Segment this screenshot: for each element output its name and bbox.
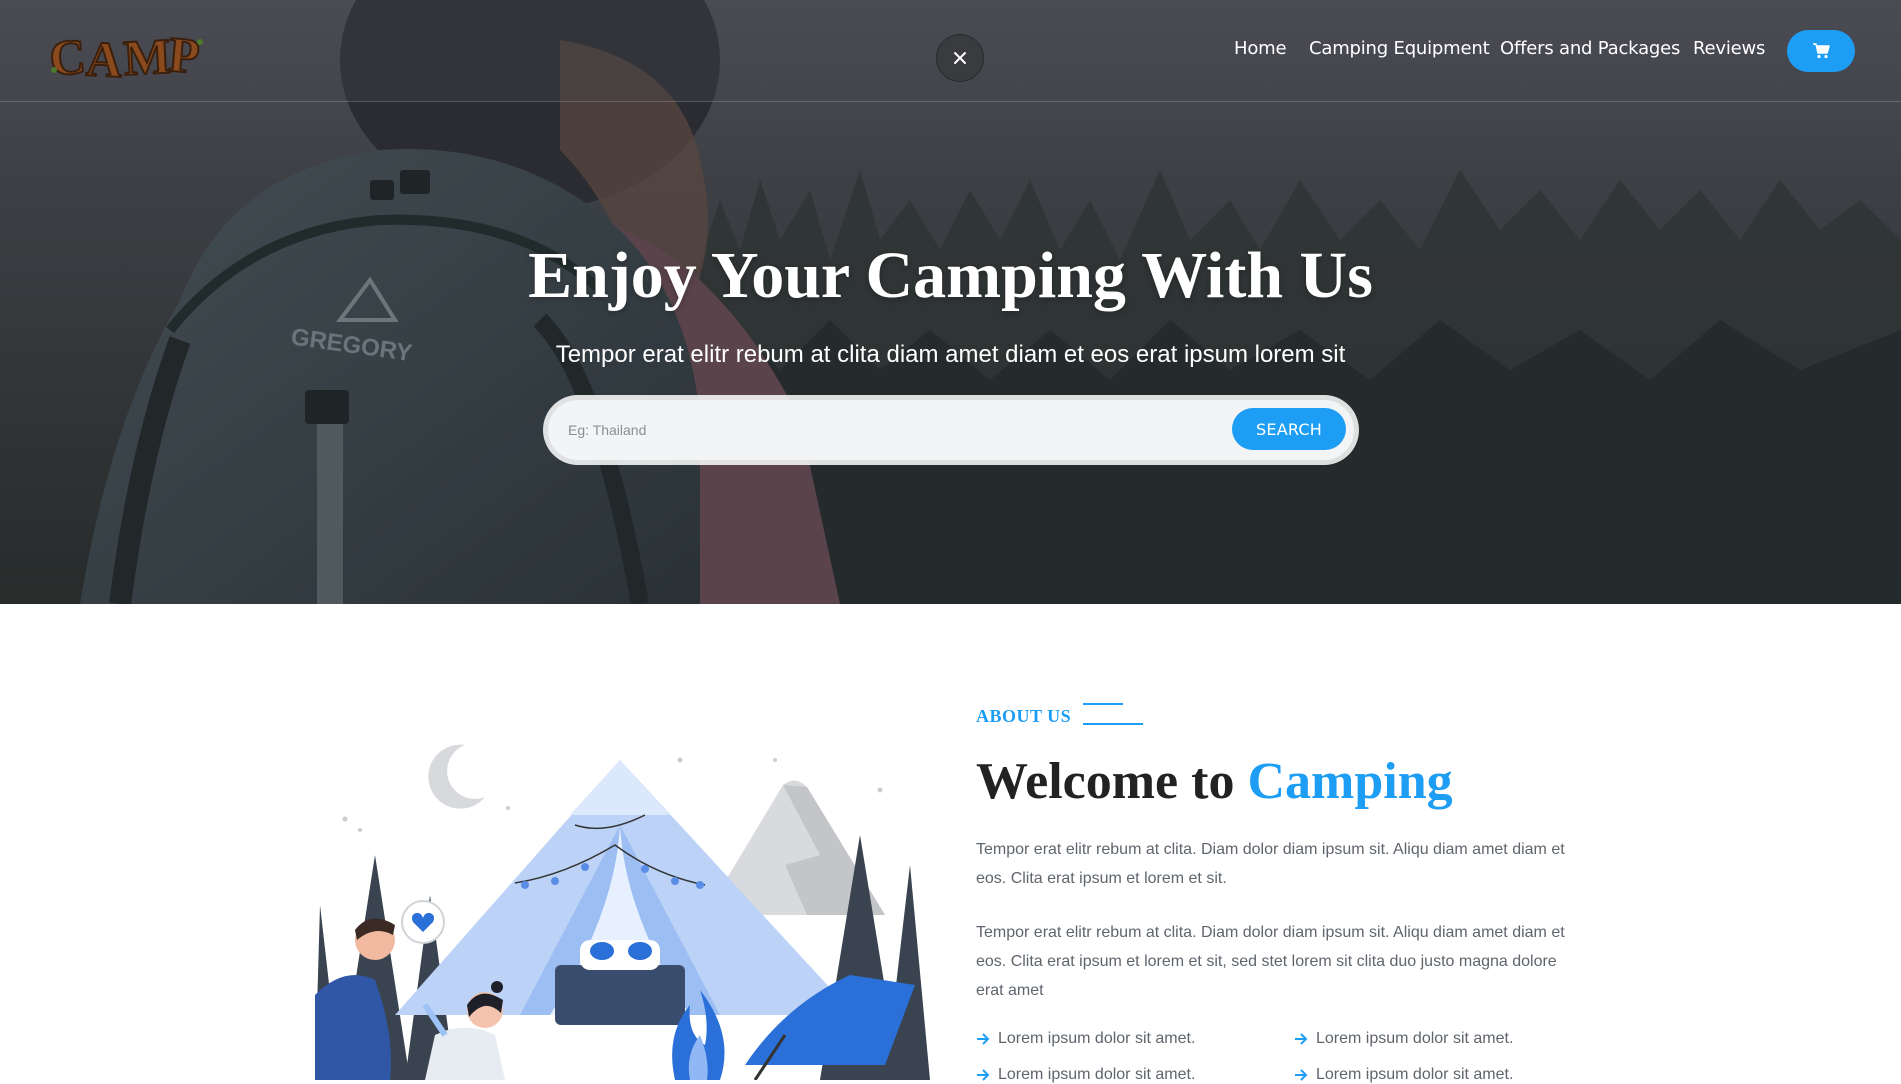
section-label-decoration: [1083, 703, 1143, 725]
checklist-item: Lorem ipsum dolor sit amet.: [976, 1030, 1195, 1048]
checklist-item: Lorem ipsum dolor sit amet.: [976, 1066, 1195, 1084]
checklist-item-text: Lorem ipsum dolor sit amet.: [1316, 1030, 1514, 1047]
hero-subtitle: Tempor erat elitr rebum at clita diam am…: [555, 341, 1346, 368]
search-button[interactable]: SEARCH: [1232, 408, 1346, 450]
checklist-item: Lorem ipsum dolor sit amet.: [1294, 1066, 1513, 1084]
checklist-item-text: Lorem ipsum dolor sit amet.: [998, 1030, 1196, 1047]
search-bar: SEARCH: [548, 400, 1354, 460]
nav-menu: Home Camping Equipment Offers and Packag…: [0, 38, 1901, 66]
cart-icon: [1813, 43, 1830, 59]
nav-link-offers-and-packages[interactable]: Offers and Packages: [1500, 38, 1680, 59]
hero-title: Enjoy Your Camping With Us: [528, 239, 1373, 312]
about-paragraph-2: Tempor erat elitr rebum at clita. Diam d…: [976, 924, 1565, 999]
navbar: C A M P Home Camping Equipment Offers an…: [0, 0, 1901, 102]
cart-button[interactable]: [1787, 30, 1855, 72]
checklist-item: Lorem ipsum dolor sit amet.: [1294, 1030, 1513, 1048]
arrow-right-icon: [1295, 1033, 1308, 1045]
arrow-right-icon: [977, 1069, 990, 1081]
checklist-item-text: Lorem ipsum dolor sit amet.: [998, 1066, 1196, 1083]
nav-link-camping-equipment[interactable]: Camping Equipment: [1309, 38, 1490, 59]
about-title: Welcome to Camping: [976, 752, 1453, 811]
about-title-prefix: Welcome to: [976, 753, 1248, 810]
about-title-accent: Camping: [1247, 753, 1453, 810]
arrow-right-icon: [1295, 1069, 1308, 1081]
nav-link-reviews[interactable]: Reviews: [1693, 38, 1765, 59]
search-input[interactable]: [568, 412, 1258, 448]
camping-illustration: [315, 735, 930, 1080]
arrow-right-icon: [977, 1033, 990, 1045]
checklist-item-text: Lorem ipsum dolor sit amet.: [1316, 1066, 1514, 1083]
about-section-label: ABOUT US: [976, 706, 1072, 726]
about-paragraph-1: Tempor erat elitr rebum at clita. Diam d…: [976, 841, 1565, 887]
nav-link-home[interactable]: Home: [1234, 38, 1287, 59]
